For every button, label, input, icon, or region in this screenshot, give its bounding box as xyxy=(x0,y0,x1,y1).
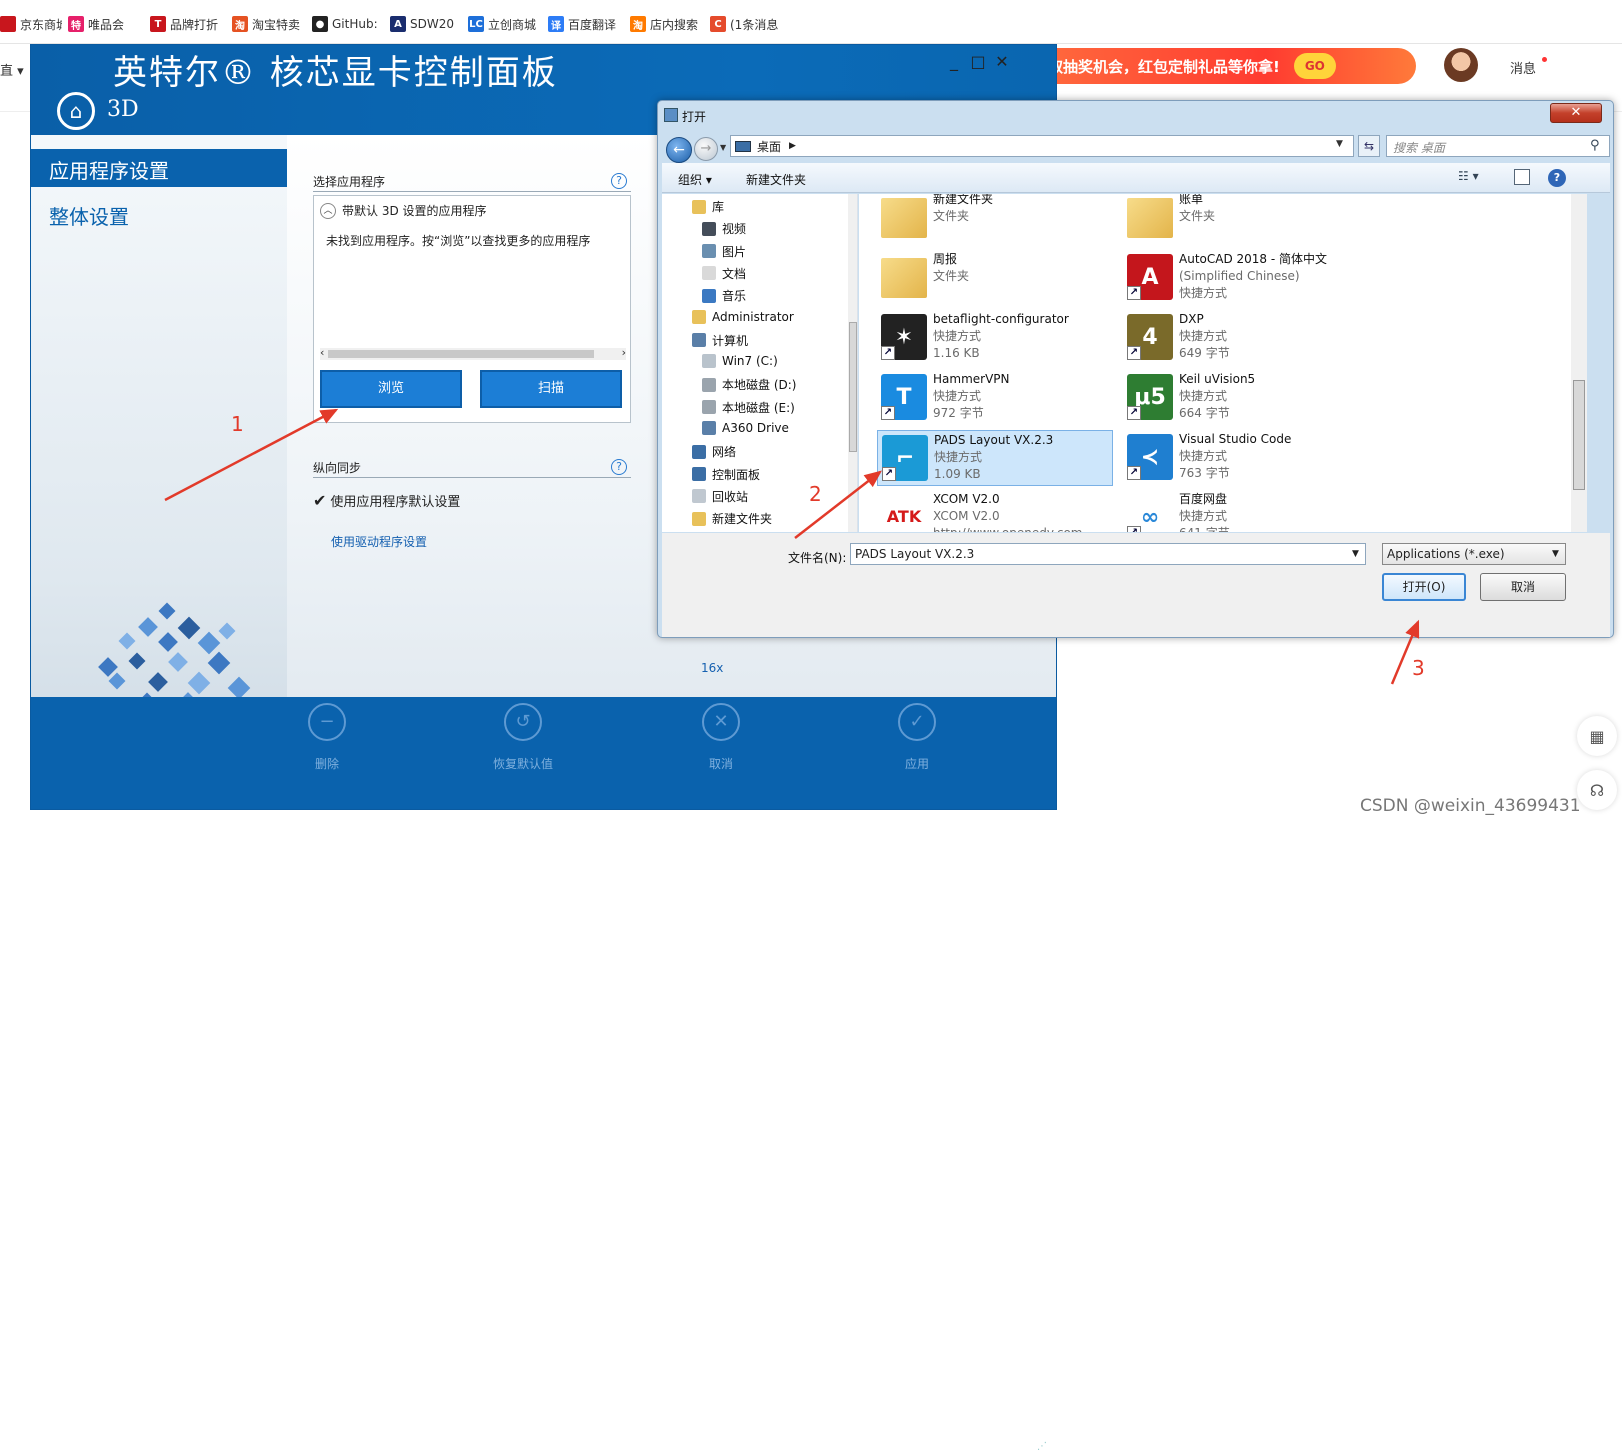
annotation-arrow-1 xyxy=(164,408,339,502)
annotation-label-2: 2 xyxy=(809,482,822,506)
annotation-label-3: 3 xyxy=(1412,656,1425,680)
annotation-label-1: 1 xyxy=(231,412,244,436)
annotation-arrow-2 xyxy=(794,470,882,539)
resize-grip-icon[interactable]: ⋰ xyxy=(1037,1441,1047,1452)
